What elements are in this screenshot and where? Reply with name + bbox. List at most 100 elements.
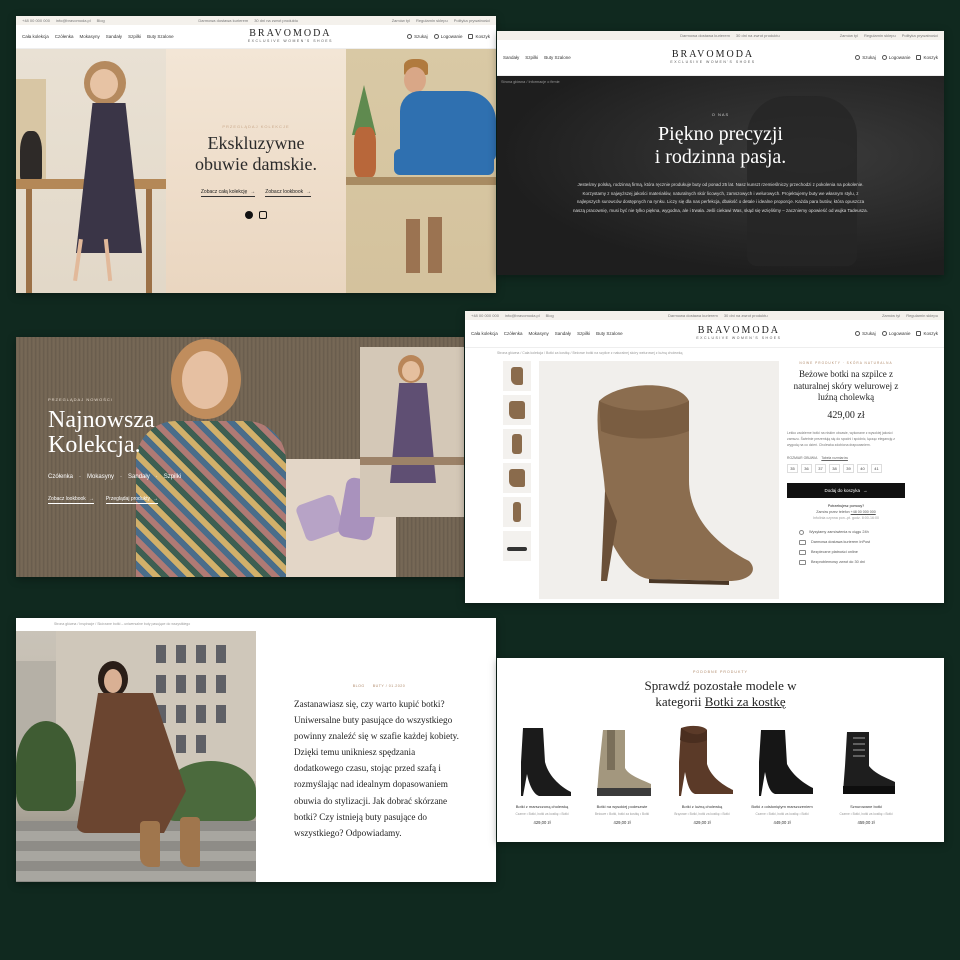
nav-item-pumps[interactable]: Czółenka (504, 331, 523, 336)
related-category-link[interactable]: Botki za kostkę (705, 694, 786, 709)
size-option[interactable]: 37 (815, 464, 826, 474)
blog-link[interactable]: Blog (546, 313, 554, 318)
account-link-3[interactable]: Polityka prywatności (454, 18, 490, 23)
thumbnail-6[interactable] (503, 531, 531, 561)
size-option[interactable]: 40 (857, 464, 868, 474)
thumbnail-1[interactable] (503, 361, 531, 391)
blog-breadcrumb: Strona główna / Inspiracje / Skórzane bo… (54, 622, 191, 626)
nav-item-heels[interactable]: Sandały (503, 55, 519, 60)
account-link-1[interactable]: Zamów tyl (882, 313, 900, 318)
size-option[interactable]: 39 (843, 464, 854, 474)
size-option[interactable]: 36 (801, 464, 812, 474)
email-link[interactable]: info@bravomoda.pl (56, 18, 91, 23)
product-card[interactable]: Botki na wysokiej podeszwie Beżowe • Bot… (585, 722, 659, 825)
nav-item-crazy[interactable]: Buty Szalone (147, 34, 174, 39)
separator-dot: · (120, 474, 123, 481)
brand-logo[interactable]: BRAVOMODA EXCLUSIVE WOMEN'S SHOES (248, 29, 333, 44)
search-icon (855, 55, 861, 60)
collection-lookbook-link[interactable]: Zobacz lookbook → (48, 496, 94, 505)
nav-item-all[interactable]: Cała kolekcja (22, 34, 49, 39)
email-link[interactable]: info@bravomoda.pl (505, 313, 540, 318)
account-link-2[interactable]: Regulamin sklepu (906, 313, 938, 318)
account-link-3[interactable]: Polityka prywatności (902, 33, 938, 38)
promo-threshold: 30 dni na zwrot produktu (723, 313, 768, 318)
nav-item-heels[interactable]: Szpilki (128, 34, 141, 39)
phone-link[interactable]: +48 00 000 000 (471, 313, 499, 318)
collection-category-pumps[interactable]: Czółenka (48, 474, 73, 480)
homepage-screenshot: +48 00 000 000 info@bravomoda.pl Blog Da… (16, 16, 496, 293)
cart-button[interactable]: Koszyk (916, 55, 938, 60)
account-link-2[interactable]: Regulamin sklepu (864, 33, 896, 38)
account-link-1[interactable]: Zamów tyl (392, 18, 410, 23)
collection-photo-dress (360, 347, 464, 517)
nav-item-sandals[interactable]: Sandały (106, 34, 122, 39)
phone-link[interactable]: +48 00 000 000 (22, 18, 50, 23)
arrow-right-icon: → (306, 188, 312, 195)
card-icon (799, 549, 806, 555)
product-card[interactable]: Botki z luźną cholewką Brązowe • Botki, … (665, 722, 739, 825)
blog-category[interactable]: BLOG (353, 684, 365, 688)
ankle-boot-illustration (597, 385, 753, 585)
about-page-screenshot: Darmowa dostawa kurierem 30 dni na zwrot… (497, 31, 944, 275)
collection-category-loafers[interactable]: Mokasyny (87, 474, 114, 480)
nav-item-crazy[interactable]: Buty Szalone (596, 331, 623, 336)
hero-collection-link[interactable]: Zobacz całą kolekcję → (200, 189, 256, 197)
product-card[interactable]: Botki z odsłoniętym marszczeniem Czarne … (745, 722, 819, 825)
brand-logo[interactable]: BRAVOMODA EXCLUSIVE WOMEN'S SHOES (670, 50, 755, 65)
nav-item-loafers[interactable]: Mokasyny (80, 34, 100, 39)
size-option[interactable]: 35 (787, 464, 798, 474)
product-title: Beżowe botki na szpilce z naturalnej skó… (793, 369, 899, 403)
hero-lookbook-link[interactable]: Zobacz lookbook → (265, 188, 312, 197)
collection-category-heels[interactable]: Szpilki (164, 474, 181, 480)
nav-item-pumps[interactable]: Czółenka (55, 34, 74, 39)
nav-item-heels[interactable]: Szpilki (577, 331, 590, 336)
facebook-icon[interactable] (245, 210, 253, 219)
thumbnail-4[interactable] (503, 463, 531, 493)
cart-button[interactable]: Koszyk (468, 34, 490, 39)
account-link-2[interactable]: Regulamin sklepu (416, 18, 448, 23)
search-button[interactable]: Szukaj (407, 34, 428, 39)
login-button[interactable]: Logowanie (881, 331, 910, 336)
login-button[interactable]: Logowanie (433, 34, 462, 39)
bag-icon (916, 331, 922, 336)
instagram-icon[interactable] (259, 210, 267, 219)
promo-text: Darmowa dostawa kurierem (198, 18, 249, 23)
boot-black-laceup-image (843, 732, 895, 794)
account-link-1[interactable]: Zamów tyl (840, 33, 858, 38)
nav-item-crazy[interactable]: Buty Szalone (544, 55, 571, 60)
boot-black-ruched-image (521, 728, 571, 796)
nav-item-sandals[interactable]: Szpilki (525, 55, 538, 60)
blog-link[interactable]: Blog (97, 18, 105, 23)
product-info: NOWE PRODUKTY · SKÓRA NATURALNA Beżowe b… (787, 361, 905, 570)
brand-logo[interactable]: BRAVOMODA EXCLUSIVE WOMEN'S SHOES (696, 326, 781, 341)
benefit-item: Wysyłamy zamówienia w ciągu 24h (799, 529, 905, 535)
collection-category-sandals[interactable]: Sandały (128, 474, 150, 480)
product-breadcrumb: Strona główna / Cała kolekcja / Botki za… (497, 351, 683, 355)
size-option[interactable]: 38 (829, 464, 840, 474)
thumbnail-2[interactable] (503, 395, 531, 425)
login-button[interactable]: Logowanie (881, 55, 910, 60)
nav-item-loafers[interactable]: Mokasyny (529, 331, 549, 336)
search-button[interactable]: Szukaj (855, 331, 876, 336)
nav-item-all[interactable]: Cała kolekcja (471, 331, 498, 336)
thumbnail-3[interactable] (503, 429, 531, 459)
product-card[interactable]: Botki z marszczoną cholewką Czarne • Bot… (505, 722, 579, 825)
separator-dot: · (79, 474, 82, 481)
cart-button[interactable]: Koszyk (916, 331, 938, 336)
search-button[interactable]: Szukaj (855, 55, 876, 60)
thumbnail-5[interactable] (503, 497, 531, 527)
product-main-image[interactable] (539, 361, 779, 599)
help-phone-link[interactable]: +48 00 000 000 (851, 510, 876, 514)
product-card[interactable]: Sznurowane botki Czarne • Botki, botki z… (829, 722, 903, 825)
size-option[interactable]: 41 (871, 464, 882, 474)
related-products-screenshot: PODOBNE PRODUKTY Sprawdź pozostałe model… (497, 658, 944, 842)
size-table-link[interactable]: Tabela rozmiarów (821, 456, 848, 460)
nav-item-sandals[interactable]: Sandały (555, 331, 571, 336)
truck-icon (799, 539, 806, 545)
product-page-screenshot: +48 00 000 000 info@bravomoda.pl Blog Da… (465, 311, 944, 603)
add-to-cart-button[interactable]: Dodaj do koszyka → (787, 483, 905, 499)
collection-products-link[interactable]: Przeglądaj produkty → (105, 496, 159, 505)
hero-title-line2: obuwie damskie. (195, 153, 317, 174)
boot-black-heel-image (759, 730, 813, 796)
separator-dot: · (155, 474, 158, 481)
